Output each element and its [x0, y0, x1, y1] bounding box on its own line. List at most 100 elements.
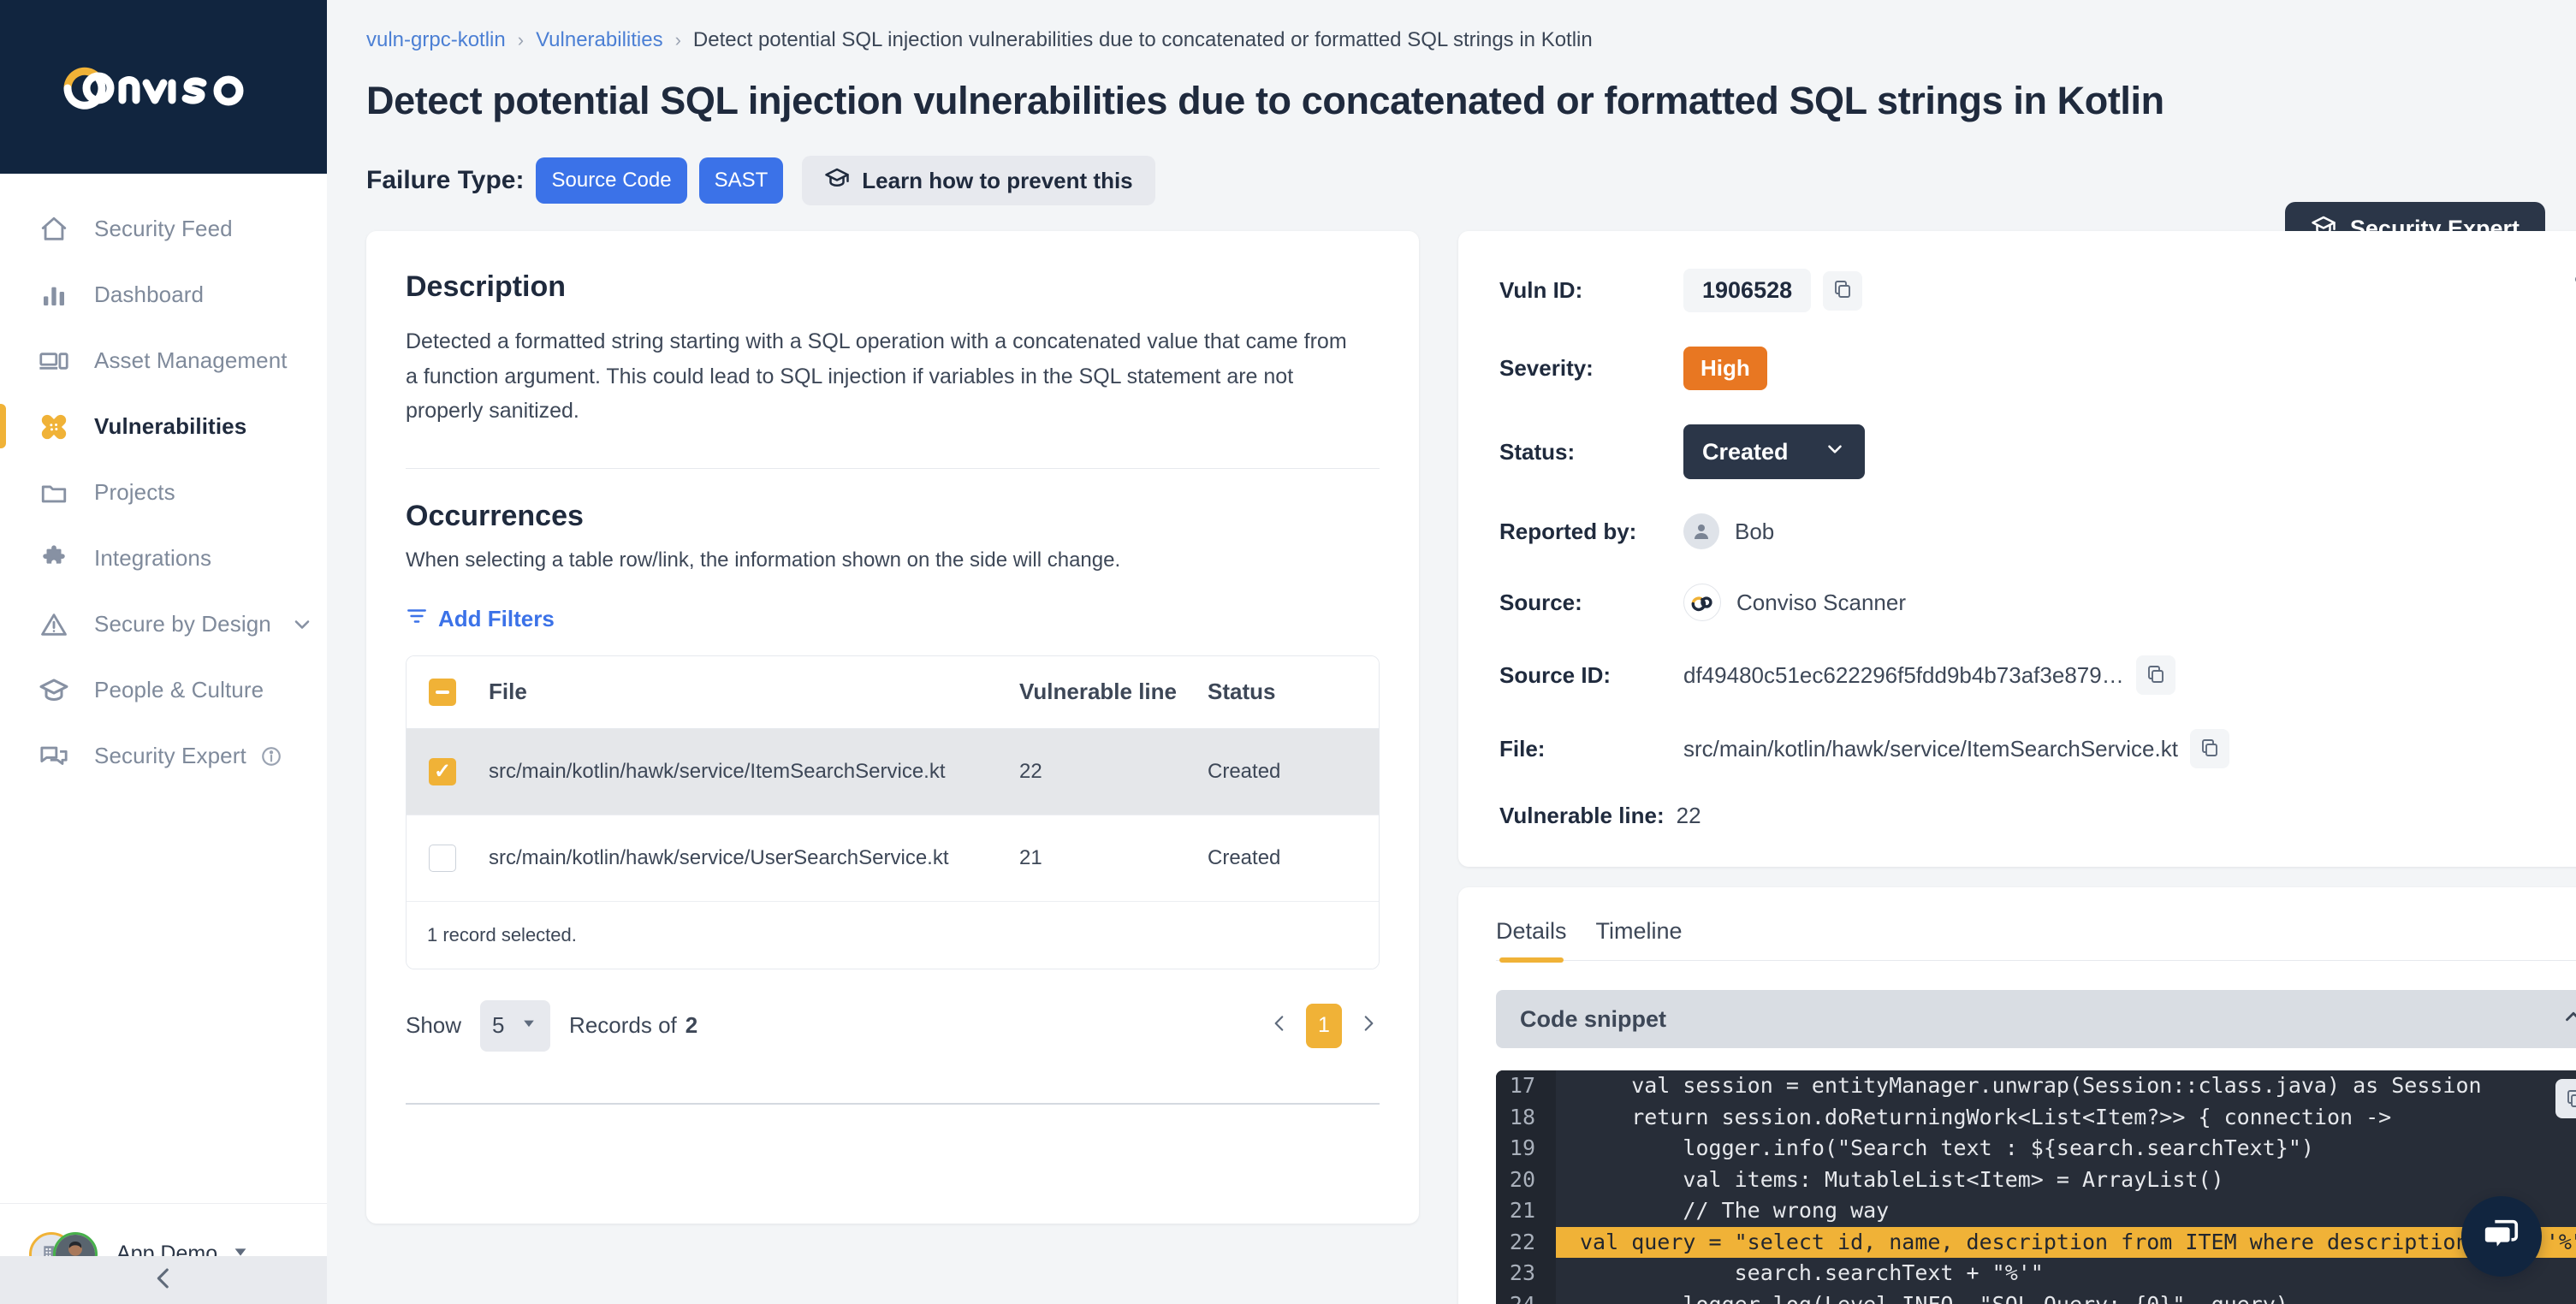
- table-header-row: File Vulnerable line Status: [407, 655, 1379, 729]
- status-dropdown[interactable]: Created: [1683, 424, 1865, 479]
- chevron-up-icon: [2561, 1004, 2576, 1035]
- sidebar: Security Feed Dashboard Asset Management: [0, 0, 327, 1304]
- source-id-value: df49480c51ec622296f5fdd9b4b73af3e879…: [1683, 661, 2124, 688]
- bottom-divider: [406, 1102, 1380, 1105]
- code-line: 23 search.searchText + "%'": [1496, 1258, 2576, 1289]
- learn-how-to-prevent-button[interactable]: Learn how to prevent this: [802, 156, 1155, 205]
- chat-icon: [34, 737, 74, 776]
- content-columns: Description Detected a formatted string …: [366, 231, 2576, 1304]
- line-text: val session = entityManager.unwrap(Sessi…: [1580, 1073, 2482, 1098]
- line-number: 19: [1496, 1133, 1556, 1165]
- copy-vuln-id-button[interactable]: [1823, 270, 1863, 311]
- source: Conviso Scanner: [1683, 584, 1906, 621]
- status-badge: High: [1683, 347, 1767, 390]
- next-page-button[interactable]: [1357, 1012, 1380, 1040]
- line-number: 24: [1496, 1289, 1556, 1304]
- breadcrumb-project[interactable]: vuln-grpc-kotlin: [366, 28, 506, 52]
- column-header-file[interactable]: File: [489, 655, 1019, 729]
- sidebar-item-asset-management[interactable]: Asset Management: [0, 328, 327, 394]
- show-label: Show: [406, 1012, 462, 1038]
- row-file[interactable]: src/main/kotlin/hawk/service/UserSearchS…: [489, 815, 1019, 902]
- sidebar-item-label: Vulnerabilities: [94, 413, 247, 439]
- vuln-id-value: 1906528: [1683, 269, 1812, 312]
- sidebar-item-people-and-culture[interactable]: People & Culture: [0, 657, 327, 723]
- row-checkbox[interactable]: [429, 844, 456, 872]
- row-status: Created: [1208, 815, 1379, 902]
- code-snippet-title: Code snippet: [1520, 1005, 1667, 1032]
- sidebar-collapse-button[interactable]: [0, 1256, 327, 1304]
- source-name: Conviso Scanner: [1736, 589, 1906, 615]
- sidebar-item-integrations[interactable]: Integrations: [0, 525, 327, 591]
- vulnerable-line-label: Vulnerable line:: [1499, 803, 1665, 828]
- puzzle-icon: [34, 539, 74, 578]
- row-checkbox[interactable]: ✓: [429, 757, 456, 785]
- line-number: 17: [1496, 1070, 1556, 1102]
- breadcrumb-vulnerabilities[interactable]: Vulnerabilities: [536, 28, 663, 52]
- copy-source-id-button[interactable]: [2135, 655, 2175, 695]
- chat-bubble-icon: [2482, 1215, 2521, 1259]
- sidebar-item-projects[interactable]: Projects: [0, 459, 327, 525]
- details-tabs: Details Timeline: [1496, 918, 2576, 963]
- table-row[interactable]: ✓ src/main/kotlin/hawk/service/ItemSearc…: [407, 728, 1379, 815]
- column-header-vulnerable-line[interactable]: Vulnerable line: [1019, 655, 1208, 729]
- conviso-mark-icon: [1683, 584, 1721, 621]
- code-line: 21 // The wrong way: [1496, 1195, 2576, 1227]
- sidebar-item-label: Asset Management: [94, 347, 288, 373]
- sidebar-item-dashboard[interactable]: Dashboard: [0, 262, 327, 328]
- details-card: Details Timeline Code snippet 17 val ses…: [1458, 887, 2576, 1304]
- brand-logo[interactable]: [0, 0, 327, 174]
- row-vulnerable-line: 21: [1019, 815, 1208, 902]
- sidebar-item-secure-by-design[interactable]: Secure by Design: [0, 591, 327, 657]
- line-text: logger.log(Level.INFO, "SQL Query: {0}",…: [1580, 1291, 2288, 1304]
- tab-details[interactable]: Details: [1496, 918, 1567, 963]
- prev-page-button[interactable]: [1268, 1012, 1291, 1040]
- page-size-select[interactable]: 5: [480, 999, 551, 1052]
- user-avatar-icon: [1683, 513, 1719, 549]
- bar-chart-icon: [34, 276, 74, 315]
- sidebar-item-vulnerabilities[interactable]: Vulnerabilities: [0, 394, 327, 459]
- select-all-checkbox[interactable]: [429, 678, 456, 706]
- tag-sast[interactable]: SAST: [698, 157, 784, 204]
- code-snippet-toggle[interactable]: Code snippet: [1496, 990, 2576, 1048]
- status-value: Created: [1702, 438, 1789, 465]
- line-text: val query = "select id, name, descriptio…: [1556, 1226, 2576, 1258]
- sidebar-item-security-expert[interactable]: Security Expert: [0, 723, 327, 789]
- line-number: 21: [1496, 1195, 1556, 1227]
- line-number: 18: [1496, 1101, 1556, 1133]
- occurrences-subtitle: When selecting a table row/link, the inf…: [406, 548, 1121, 572]
- description-heading: Description: [406, 270, 567, 303]
- add-filters-button[interactable]: Add Filters: [406, 605, 555, 633]
- pagination: Show 5 Records of 2 1: [406, 999, 1380, 1052]
- chevron-down-icon: [520, 1015, 537, 1036]
- chat-widget-button[interactable]: [2461, 1196, 2542, 1277]
- meta-row-vulnerable-line: Vulnerable line: 22: [1499, 803, 2576, 829]
- line-number: 20: [1496, 1164, 1556, 1195]
- folder-icon: [34, 473, 74, 513]
- page-controls: 1: [1268, 1003, 1380, 1048]
- info-icon[interactable]: [260, 745, 282, 768]
- learn-button-label: Learn how to prevent this: [862, 167, 1133, 193]
- tab-timeline[interactable]: Timeline: [1596, 918, 1683, 960]
- chevron-down-icon[interactable]: [290, 613, 314, 637]
- breadcrumb-current: Detect potential SQL injection vulnerabi…: [692, 28, 1593, 51]
- graduation-cap-icon: [824, 165, 850, 197]
- tag-source-code[interactable]: Source Code: [536, 157, 687, 204]
- meta-row-reported-by: Reported by: Bob: [1499, 513, 2576, 549]
- sidebar-item-label: Integrations: [94, 545, 212, 571]
- sidebar-item-label: Security Feed: [94, 216, 233, 241]
- sidebar-item-label: People & Culture: [94, 677, 264, 702]
- sidebar-item-label: Secure by Design: [94, 611, 271, 637]
- copy-code-button[interactable]: [2555, 1079, 2576, 1118]
- filter-icon: [406, 605, 428, 633]
- column-header-status[interactable]: Status: [1208, 655, 1379, 729]
- page-number-1[interactable]: 1: [1306, 1003, 1342, 1048]
- table-row[interactable]: src/main/kotlin/hawk/service/UserSearchS…: [407, 815, 1379, 902]
- code-snippet: 17 val session = entityManager.unwrap(Se…: [1496, 1070, 2576, 1304]
- reporter-name: Bob: [1735, 518, 1775, 544]
- line-text: logger.info("Search text : ${search.sear…: [1580, 1135, 2314, 1160]
- sidebar-item-security-feed[interactable]: Security Feed: [0, 196, 327, 262]
- copy-file-button[interactable]: [2189, 729, 2229, 768]
- occurrences-heading: Occurrences: [406, 499, 584, 532]
- row-file[interactable]: src/main/kotlin/hawk/service/ItemSearchS…: [489, 728, 1019, 815]
- records-of-label: Records of: [569, 1012, 677, 1038]
